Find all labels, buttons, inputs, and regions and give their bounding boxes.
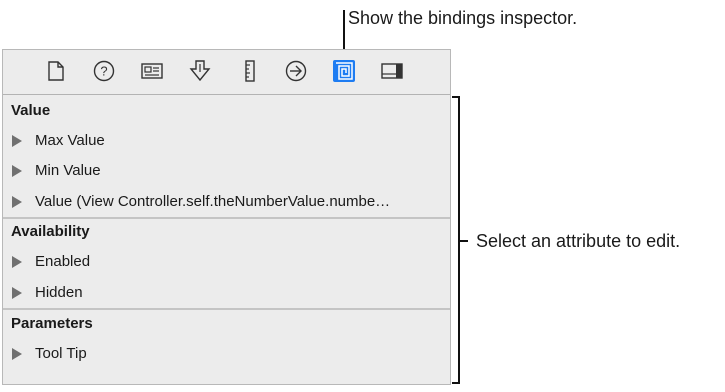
disclosure-triangle-icon[interactable] — [12, 287, 22, 299]
inspector-toolbar: ? — [3, 50, 450, 95]
inspector-panel: ? Value Max Value Min Value Value (View … — [2, 49, 451, 385]
binding-row-max-value[interactable]: Max Value — [3, 128, 450, 156]
quick-help-icon[interactable]: ? — [93, 60, 115, 82]
disclosure-triangle-icon[interactable] — [12, 256, 22, 268]
disclosure-triangle-icon[interactable] — [12, 196, 22, 208]
disclosure-triangle-icon[interactable] — [12, 165, 22, 177]
view-effects-inspector-icon[interactable] — [381, 60, 403, 82]
bindings-inspector-icon[interactable] — [333, 60, 355, 82]
section-title-availability: Availability — [11, 223, 90, 240]
size-inspector-icon[interactable] — [239, 60, 261, 82]
svg-text:?: ? — [100, 64, 107, 79]
callout-select-attribute: Select an attribute to edit. — [476, 231, 681, 251]
disclosure-triangle-icon[interactable] — [12, 348, 22, 360]
binding-label: Tool Tip — [35, 345, 87, 362]
binding-row-min-value[interactable]: Min Value — [3, 158, 450, 186]
identity-inspector-icon[interactable] — [141, 60, 163, 82]
callout-bracket — [452, 96, 460, 384]
callout-bindings-inspector: Show the bindings inspector. — [348, 8, 578, 28]
binding-row-tool-tip[interactable]: Tool Tip — [3, 341, 450, 369]
section-divider — [3, 308, 450, 310]
binding-row-hidden[interactable]: Hidden — [3, 280, 450, 308]
section-title-parameters: Parameters — [11, 315, 93, 332]
binding-row-enabled[interactable]: Enabled — [3, 249, 450, 277]
attributes-inspector-icon[interactable] — [189, 60, 211, 82]
connections-inspector-icon[interactable] — [285, 60, 307, 82]
file-inspector-icon[interactable] — [45, 60, 67, 82]
binding-label: Min Value — [35, 162, 101, 179]
binding-label: Enabled — [35, 253, 91, 270]
disclosure-triangle-icon[interactable] — [12, 135, 22, 147]
binding-label: Value (View Controller.self.theNumberVal… — [35, 193, 391, 210]
binding-label: Hidden — [35, 284, 83, 301]
binding-label: Max Value — [35, 132, 105, 149]
section-title-value: Value — [11, 102, 51, 119]
binding-row-value[interactable]: Value (View Controller.self.theNumberVal… — [3, 189, 450, 217]
section-divider — [3, 217, 450, 219]
callout-bracket-tick — [460, 240, 468, 242]
